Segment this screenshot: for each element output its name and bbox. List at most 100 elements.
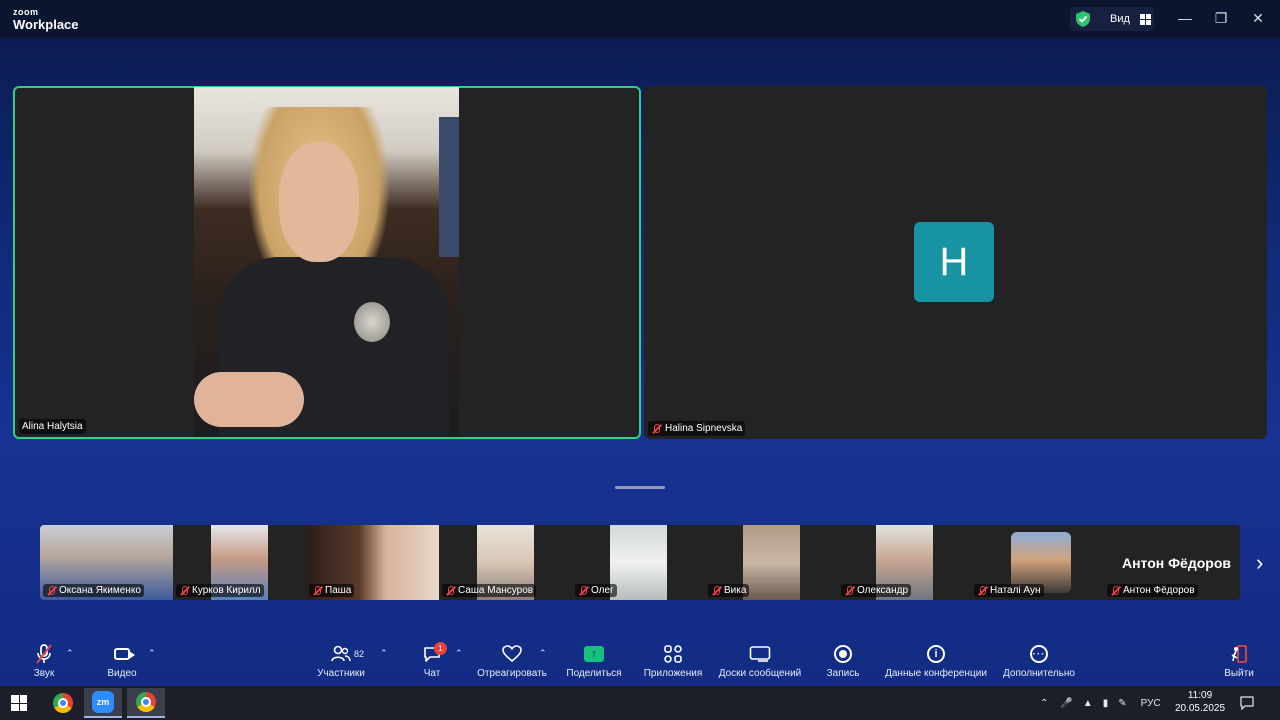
- mic-muted-icon: [46, 585, 56, 596]
- zoom-taskbar-icon[interactable]: zm: [84, 688, 122, 718]
- mic-muted-icon: [312, 585, 322, 596]
- brand-top: zoom: [13, 7, 39, 17]
- zoom-logo: zoom Workplace: [13, 7, 79, 32]
- thumbnail-tile[interactable]: Наталі Аун: [971, 525, 1104, 600]
- more-label: Дополнительно: [1003, 668, 1075, 679]
- notifications-icon[interactable]: [1240, 686, 1254, 720]
- view-button[interactable]: Вид: [1070, 7, 1154, 31]
- mic-muted-icon: [36, 644, 52, 664]
- pen-icon[interactable]: ✎: [1118, 698, 1126, 709]
- participants-count: 82: [354, 649, 365, 659]
- thumbnail-tile[interactable]: Паша: [306, 525, 439, 600]
- input-language[interactable]: РУС: [1141, 698, 1161, 709]
- tile-name-label: Halina Sipnevska: [648, 421, 746, 436]
- brand-bottom: Workplace: [13, 17, 79, 32]
- thumbnail-tile[interactable]: Вика: [705, 525, 838, 600]
- whiteboards-button[interactable]: Доски сообщений: [716, 640, 804, 679]
- react-label: Отреагировать: [477, 668, 547, 679]
- audio-button[interactable]: Звук: [30, 640, 58, 679]
- title-bar: zoom Workplace Вид — ❐ ✕: [0, 0, 1280, 38]
- mic-muted-icon: [711, 585, 721, 596]
- participant-name: Саша Мансуров: [458, 585, 534, 596]
- tile-name-label: Alina Halytsia: [19, 419, 86, 434]
- chevron-up-icon[interactable]: ⌃: [455, 648, 463, 659]
- whiteboard-icon: [749, 646, 771, 662]
- clock-date: 20.05.2025: [1174, 703, 1226, 714]
- video-button[interactable]: Видео: [105, 640, 139, 679]
- chevron-up-icon[interactable]: ⌃: [539, 648, 547, 659]
- participant-name: Антон Фёдоров: [1123, 585, 1195, 596]
- participant-name: Паша: [325, 585, 352, 596]
- apps-label: Приложения: [643, 668, 703, 679]
- leave-door-icon: [1231, 645, 1247, 663]
- clock-time: 11:09: [1187, 690, 1213, 701]
- resize-handle[interactable]: [615, 486, 665, 489]
- participant-video-feed: [194, 87, 459, 437]
- camera-icon: [114, 648, 135, 660]
- chat-button[interactable]: Чат 1: [420, 640, 447, 679]
- avatar: H: [914, 222, 994, 302]
- thumbnail-tile[interactable]: Олександр: [838, 525, 971, 600]
- restore-icon[interactable]: ❐: [1213, 10, 1229, 26]
- record-button[interactable]: Запись: [824, 640, 862, 679]
- mic-muted-icon: [1110, 585, 1120, 596]
- participant-name: Наталі Аун: [990, 585, 1041, 596]
- participants-label: Участники: [317, 668, 365, 679]
- thumbnail-strip: Оксана Якименко Курков Кирилл Паша Саша …: [40, 525, 1240, 600]
- share-screen-button[interactable]: ↑ Поделиться: [565, 640, 623, 679]
- more-button[interactable]: ··· Дополнительно: [1000, 640, 1078, 679]
- leave-label: Выйти: [1224, 668, 1254, 679]
- thumbnail-tile[interactable]: Антон Фёдоров Антон Фёдоров: [1104, 525, 1240, 600]
- video-label: Видео: [107, 668, 137, 679]
- meeting-info-label: Данные конференции: [885, 668, 987, 679]
- participant-name: Вика: [724, 585, 747, 596]
- meeting-info-button[interactable]: i Данные конференции: [882, 640, 990, 679]
- apps-button[interactable]: Приложения: [641, 640, 705, 679]
- thumbnail-tile[interactable]: Олег: [572, 525, 705, 600]
- participant-name: Курков Кирилл: [192, 585, 261, 596]
- grid-view-icon: [1139, 13, 1151, 25]
- thumbnail-tile[interactable]: Курков Кирилл: [173, 525, 306, 600]
- participant-name: Оксана Якименко: [59, 585, 141, 596]
- minimize-icon[interactable]: —: [1177, 10, 1193, 26]
- chat-label: Чат: [423, 668, 441, 679]
- battery-icon[interactable]: ▮: [1103, 698, 1109, 709]
- apps-icon: [664, 645, 682, 663]
- react-button[interactable]: Отреагировать: [476, 640, 548, 679]
- view-label: Вид: [1110, 13, 1130, 25]
- chevron-up-icon[interactable]: ⌃: [148, 648, 156, 659]
- participants-icon: [331, 645, 351, 662]
- windows-taskbar: zm ⌃ 🎤 ▲ ▮ ✎ РУС 11:09 20.05.2025: [0, 686, 1280, 720]
- taskbar-clock[interactable]: 11:09 20.05.2025: [1172, 689, 1228, 715]
- close-icon[interactable]: ✕: [1250, 10, 1266, 26]
- participant-name: Alina Halytsia: [22, 421, 83, 432]
- chevron-up-icon[interactable]: ⌃: [66, 648, 74, 659]
- chat-unread-badge: 1: [434, 642, 447, 655]
- network-icon[interactable]: ▲: [1083, 698, 1093, 709]
- mic-muted-icon: [445, 585, 455, 596]
- windows-start-icon[interactable]: [11, 695, 27, 711]
- leave-button[interactable]: Выйти: [1222, 640, 1256, 679]
- meeting-toolbar: Звук ⌃ Видео ⌃ Участники 82 ⌃ Чат 1 ⌃ От…: [0, 640, 1280, 686]
- chevron-up-icon[interactable]: ⌃: [380, 648, 388, 659]
- tray-mic-icon[interactable]: 🎤: [1060, 698, 1072, 709]
- mic-muted-icon: [844, 585, 854, 596]
- next-page-arrow-icon[interactable]: ›: [1256, 550, 1263, 576]
- tray-expand-icon[interactable]: ⌃: [1040, 698, 1048, 709]
- system-tray: ⌃ 🎤 ▲ ▮ ✎ РУС: [1040, 686, 1161, 720]
- thumbnail-tile[interactable]: Оксана Якименко: [40, 525, 173, 600]
- participants-button[interactable]: Участники: [313, 640, 369, 679]
- chrome-profile-taskbar-icon[interactable]: [127, 688, 165, 718]
- security-shield-icon: [1076, 11, 1090, 27]
- whiteboards-label: Доски сообщений: [718, 668, 802, 679]
- thumbnail-tile[interactable]: Саша Мансуров: [439, 525, 572, 600]
- participant-name: Олег: [591, 585, 614, 596]
- chrome-taskbar-icon[interactable]: [44, 688, 82, 718]
- mic-muted-icon: [578, 585, 588, 596]
- heart-icon: [502, 645, 522, 663]
- record-label: Запись: [826, 668, 860, 679]
- mic-muted-icon: [977, 585, 987, 596]
- info-icon: i: [927, 645, 945, 663]
- participant-display-name: Антон Фёдоров: [1121, 555, 1231, 571]
- share-arrow-icon: ↑: [584, 646, 604, 662]
